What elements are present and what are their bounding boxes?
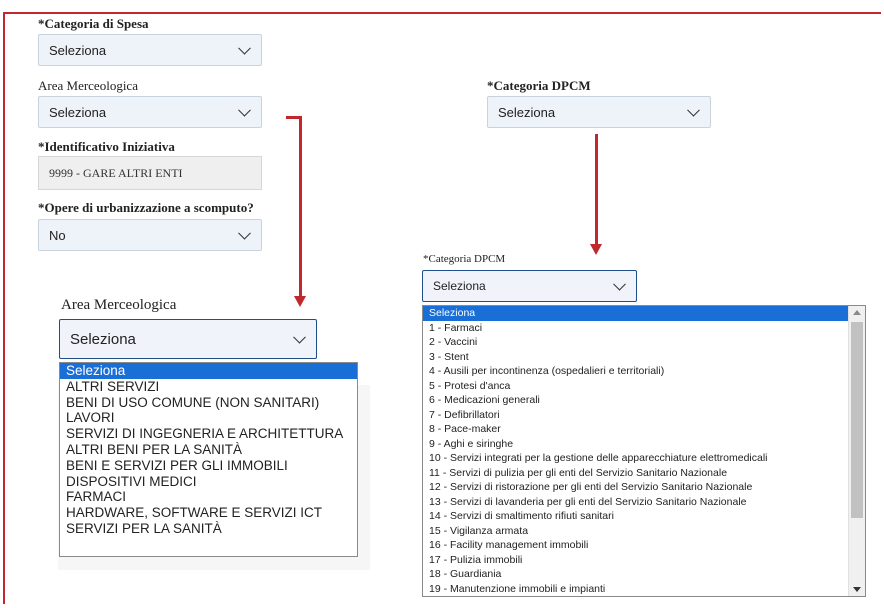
categoria-dpcm-select[interactable]: Seleziona — [487, 96, 711, 128]
zoom-dpcm-label: *Categoria DPCM — [423, 253, 506, 265]
dropdown-option[interactable]: LAVORI — [60, 410, 357, 426]
dropdown-option[interactable]: HARDWARE, SOFTWARE E SERVIZI ICT — [60, 505, 357, 521]
red-arrow-left-shaft — [299, 116, 302, 298]
dropdown-option[interactable]: Seleziona — [423, 306, 865, 321]
area-merceologica-label: Area Merceologica — [38, 78, 138, 93]
chevron-down-icon — [238, 103, 251, 117]
categoria-dpcm-value: Seleziona — [498, 104, 556, 120]
zoom-dpcm-select[interactable]: Seleziona — [422, 270, 637, 302]
dropdown-option[interactable]: BENI E SERVIZI PER GLI IMMOBILI — [60, 458, 357, 474]
area-merceologica-select[interactable]: Seleziona — [38, 96, 262, 128]
dropdown-option[interactable]: 9 - Aghi e siringhe — [423, 437, 865, 452]
dropdown-option[interactable]: DISPOSITIVI MEDICI — [60, 474, 357, 490]
zoom-dpcm-value: Seleziona — [433, 279, 486, 293]
dropdown-option[interactable]: 6 - Medicazioni generali — [423, 393, 865, 408]
dropdown-option[interactable]: 19 - Manutenzione immobili e impianti — [423, 582, 865, 597]
red-arrow-right-shaft — [595, 134, 598, 246]
dropdown-option[interactable]: ALTRI SERVIZI — [60, 379, 357, 395]
identificativo-value: 9999 - GARE ALTRI ENTI — [49, 165, 183, 180]
scrollbar-thumb[interactable] — [851, 322, 863, 518]
red-arrow-left-head — [294, 296, 306, 307]
dropdown-option[interactable]: 15 - Vigilanza armata — [423, 524, 865, 539]
dropdown-option[interactable]: 16 - Facility management immobili — [423, 538, 865, 553]
dropdown-option[interactable]: 3 - Stent — [423, 350, 865, 365]
categoria-dpcm-label: *Categoria DPCM — [487, 78, 591, 93]
chevron-down-icon — [238, 41, 251, 55]
dropdown-option[interactable]: 18 - Guardiania — [423, 567, 865, 582]
chevron-down-icon — [687, 103, 700, 117]
dropdown-option[interactable]: 10 - Servizi integrati per la gestione d… — [423, 451, 865, 466]
dropdown-option[interactable]: 1 - Farmaci — [423, 321, 865, 336]
categoria-spesa-label: *Categoria di Spesa — [38, 16, 149, 31]
opere-select[interactable]: No — [38, 219, 262, 251]
area-merceologica-value: Seleziona — [49, 104, 107, 120]
opere-label: *Opere di urbanizzazione a scomputo? — [38, 200, 254, 215]
scrollbar[interactable] — [848, 306, 865, 596]
categoria-spesa-select[interactable]: Seleziona — [38, 34, 262, 66]
dropdown-option[interactable]: SERVIZI PER LA SANITÀ — [60, 521, 357, 537]
zoom-area-select[interactable]: Seleziona — [59, 319, 317, 359]
dropdown-option[interactable]: 13 - Servizi di lavanderia per gli enti … — [423, 495, 865, 510]
dropdown-option[interactable]: BENI DI USO COMUNE (NON SANITARI) — [60, 395, 357, 411]
chevron-down-icon — [613, 277, 626, 291]
scroll-up-icon[interactable] — [853, 310, 861, 315]
zoom-area-value: Seleziona — [70, 330, 136, 348]
zoom-dpcm-options-list[interactable]: Seleziona 1 - Farmaci 2 - Vaccini 3 - Stent… — [422, 305, 866, 597]
identificativo-label: *Identificativo Iniziativa — [38, 139, 175, 154]
dropdown-option[interactable]: 17 - Pulizia immobili — [423, 553, 865, 568]
dropdown-option[interactable]: 12 - Servizi di ristorazione per gli ent… — [423, 480, 865, 495]
dropdown-option[interactable]: 14 - Servizi di smaltimento rifiuti sani… — [423, 509, 865, 524]
categoria-spesa-value: Seleziona — [49, 42, 107, 58]
dropdown-option[interactable]: 11 - Servizi di pulizia per gli enti del… — [423, 466, 865, 481]
dropdown-option[interactable]: 5 - Protesi d'anca — [423, 379, 865, 394]
dropdown-option[interactable]: 4 - Ausili per incontinenza (ospedalieri… — [423, 364, 865, 379]
dropdown-option[interactable]: ALTRI BENI PER LA SANITÀ — [60, 442, 357, 458]
zoom-area-options-list[interactable]: Seleziona ALTRI SERVIZI BENI DI USO COMUNE… — [59, 362, 358, 557]
red-arrow-right-head — [590, 244, 602, 255]
dropdown-option[interactable]: 2 - Vaccini — [423, 335, 865, 350]
dropdown-option[interactable]: FARMACI — [60, 489, 357, 505]
opere-value: No — [49, 227, 66, 243]
dropdown-option[interactable]: Seleziona — [60, 363, 357, 379]
dropdown-option[interactable]: 7 - Defibrillatori — [423, 408, 865, 423]
chevron-down-icon — [238, 226, 251, 240]
identificativo-field: 9999 - GARE ALTRI ENTI — [38, 156, 262, 190]
zoom-area-label: Area Merceologica — [61, 297, 177, 313]
scroll-down-icon[interactable] — [853, 587, 861, 592]
dropdown-option[interactable]: 8 - Pace-maker — [423, 422, 865, 437]
dropdown-option[interactable]: SERVIZI DI INGEGNERIA E ARCHITETTURA — [60, 426, 357, 442]
chevron-down-icon — [293, 330, 306, 344]
